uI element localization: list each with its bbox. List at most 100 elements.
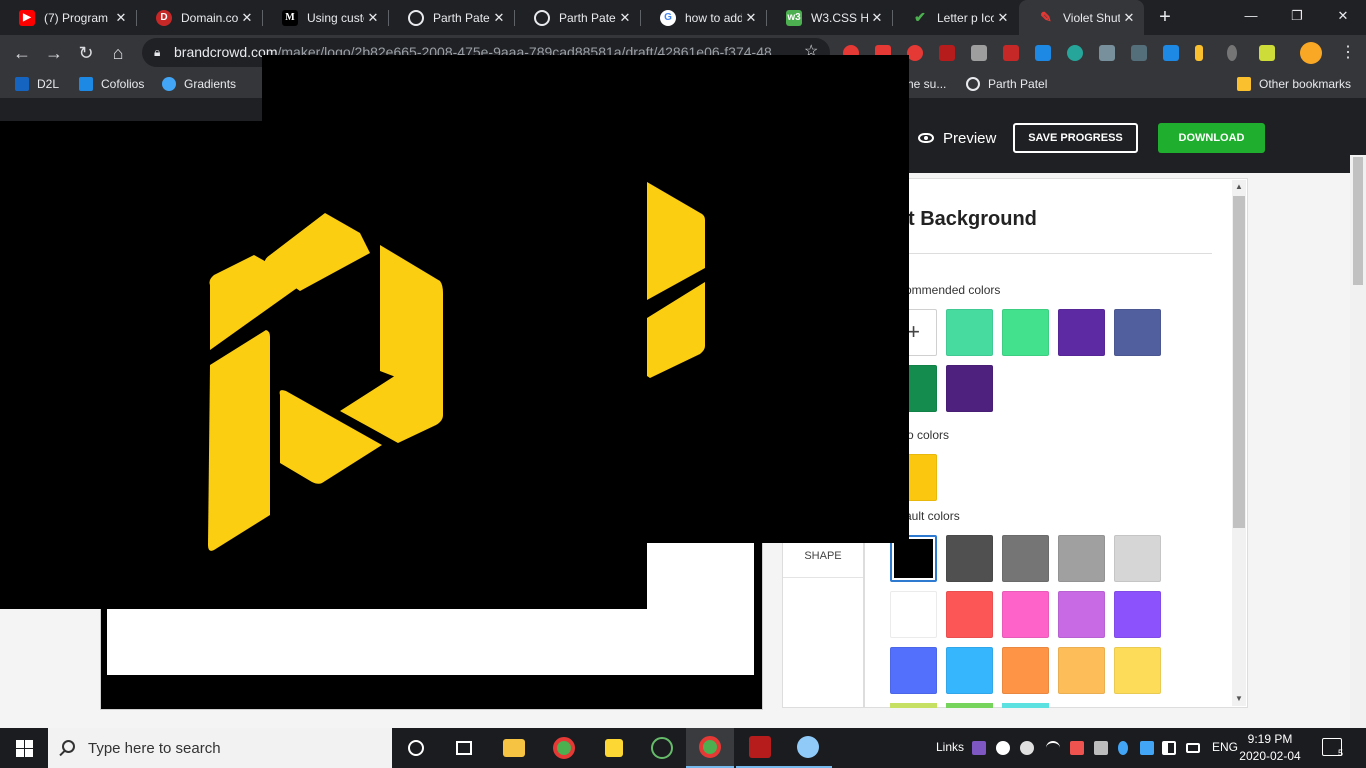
taskbar-paint[interactable] [784, 728, 832, 768]
back-arrow-icon[interactable]: ← [8, 39, 36, 67]
bookmark-cofolios[interactable]: Cofolios [79, 76, 144, 92]
restore-button[interactable]: ❐ [1274, 0, 1320, 32]
links-toolbar[interactable]: Links [936, 740, 964, 754]
taskbar-chrome-active[interactable] [686, 728, 734, 768]
battery-icon[interactable] [1186, 743, 1200, 753]
close-icon[interactable]: ✕ [616, 10, 634, 26]
close-icon[interactable]: ✕ [238, 10, 256, 26]
bookmark-truncated[interactable]: he su... [907, 76, 946, 92]
taskbar-acrobat[interactable] [736, 728, 784, 768]
start-button[interactable] [0, 728, 48, 768]
tab-letter-p-icon[interactable]: ✔ Letter p Ico ✕ [893, 0, 1018, 35]
task-view-button[interactable] [440, 728, 488, 768]
onedrive-tray-icon[interactable] [1140, 741, 1154, 755]
extension-dropper-icon[interactable] [1227, 45, 1237, 61]
minimize-button[interactable]: — [1228, 0, 1274, 32]
taskbar-file-explorer[interactable] [490, 728, 538, 768]
close-icon[interactable]: ✕ [994, 10, 1012, 26]
color-swatch[interactable] [1002, 591, 1049, 638]
extension-ublock-icon[interactable] [1003, 45, 1019, 61]
menu-kebab-icon[interactable]: ⋮ [1340, 42, 1356, 62]
wifi-icon[interactable] [1046, 741, 1060, 755]
color-swatch[interactable] [1114, 535, 1161, 582]
color-swatch[interactable] [1114, 309, 1161, 356]
avatar[interactable] [1300, 42, 1322, 64]
bluetooth-icon[interactable] [1118, 741, 1128, 755]
system-clock[interactable]: 9:19 PM 2020-02-04 [1232, 731, 1308, 765]
extension-puzzle-icon[interactable] [1163, 45, 1179, 61]
sync-tray-icon[interactable] [1020, 741, 1034, 755]
tab-w3css[interactable]: w3 W3.CSS Ho ✕ [767, 0, 892, 35]
close-icon[interactable]: ✕ [1120, 10, 1138, 26]
scroll-down-icon[interactable]: ▼ [1234, 694, 1244, 703]
save-progress-button[interactable]: SAVE PROGRESS [1013, 123, 1138, 153]
download-button[interactable]: DOWNLOAD [1158, 123, 1265, 153]
bookmark-d2l[interactable]: D2L [15, 76, 59, 92]
extension-m-icon[interactable] [1067, 45, 1083, 61]
pdf-extension-icon[interactable] [939, 45, 955, 61]
color-swatch-partial[interactable] [890, 703, 937, 708]
taskbar-search-box[interactable]: Type here to search [48, 728, 392, 768]
taskbar-sticky-notes[interactable] [590, 728, 638, 768]
new-tab-button[interactable]: + [1153, 4, 1177, 30]
color-swatch[interactable] [890, 591, 937, 638]
extension-owl-icon[interactable] [1099, 45, 1115, 61]
tab-parth-patel-2[interactable]: Parth Patel ✕ [515, 0, 640, 35]
close-icon[interactable]: ✕ [112, 10, 130, 26]
close-window-button[interactable]: ✕ [1320, 0, 1366, 32]
reload-icon[interactable]: ↻ [72, 39, 100, 67]
color-swatch[interactable] [1002, 647, 1049, 694]
tab-domain[interactable]: D Domain.co ✕ [137, 0, 262, 35]
photos-tray-icon[interactable] [972, 741, 986, 755]
color-swatch[interactable] [946, 535, 993, 582]
taskbar-chrome[interactable] [540, 728, 588, 768]
close-icon[interactable]: ✕ [742, 10, 760, 26]
color-swatch-partial[interactable] [946, 703, 993, 708]
close-icon[interactable]: ✕ [868, 10, 886, 26]
volume-icon[interactable] [1162, 741, 1176, 755]
color-swatch[interactable] [946, 591, 993, 638]
scrollbar-thumb[interactable] [1233, 196, 1245, 528]
color-swatch[interactable] [946, 647, 993, 694]
cortana-button[interactable] [392, 728, 440, 768]
tab-violet-shutter[interactable]: ✎ Violet Shutt ✕ [1019, 0, 1144, 35]
color-swatch[interactable] [1058, 535, 1105, 582]
preview-button[interactable]: Preview [918, 128, 996, 148]
color-swatch[interactable] [1058, 591, 1105, 638]
tab-google-search[interactable]: G how to add ✕ [641, 0, 766, 35]
color-swatch-partial[interactable] [1002, 703, 1049, 708]
usb-tray-icon[interactable] [1094, 741, 1108, 755]
bookmark-gradients[interactable]: Gradients [162, 76, 236, 92]
color-swatch[interactable] [946, 365, 993, 412]
color-swatch[interactable] [1058, 309, 1105, 356]
color-swatch[interactable] [1002, 535, 1049, 582]
close-icon[interactable]: ✕ [364, 10, 382, 26]
home-icon[interactable]: ⌂ [104, 39, 132, 67]
color-swatch[interactable] [1114, 647, 1161, 694]
extension-9d-icon[interactable] [1035, 45, 1051, 61]
extension-highlight-icon[interactable] [1195, 45, 1203, 61]
app-tray-icon[interactable] [1070, 741, 1084, 755]
scrollbar-thumb[interactable] [1353, 157, 1363, 285]
taskbar-atom[interactable] [638, 728, 686, 768]
bookmark-other[interactable]: Other bookmarks [1237, 76, 1351, 92]
tab-youtube[interactable]: ▶ (7) Program ✕ [0, 0, 136, 35]
color-swatch[interactable] [946, 309, 993, 356]
page-scrollbar[interactable] [1350, 155, 1366, 728]
close-icon[interactable]: ✕ [490, 10, 508, 26]
tab-parth-patel-1[interactable]: Parth Patel ✕ [389, 0, 514, 35]
tab-medium[interactable]: M Using custo ✕ [263, 0, 388, 35]
color-swatch[interactable] [1114, 591, 1161, 638]
tab-shape[interactable]: SHAPE [783, 540, 863, 578]
facebook-extension-icon[interactable] [1131, 45, 1147, 61]
color-swatch[interactable] [890, 647, 937, 694]
forward-arrow-icon[interactable]: → [40, 39, 68, 67]
adblock-plus-icon[interactable] [907, 45, 923, 61]
extension-k-icon[interactable] [971, 45, 987, 61]
panel-scrollbar[interactable]: ▲ ▼ [1232, 180, 1246, 706]
color-swatch[interactable] [1002, 309, 1049, 356]
extension-pen-icon[interactable] [1259, 45, 1275, 61]
bookmark-parth-patel[interactable]: Parth Patel [966, 76, 1047, 92]
color-swatch[interactable] [1058, 647, 1105, 694]
shield-tray-icon[interactable] [996, 741, 1010, 755]
